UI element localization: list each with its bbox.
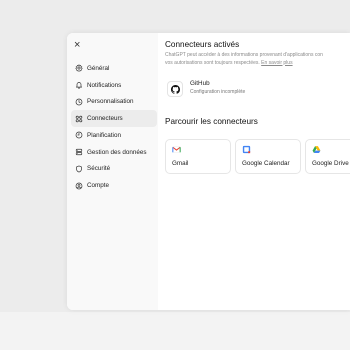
- sidebar-item-label: Planification: [87, 131, 121, 139]
- connectors-panel: Connecteurs activés ChatGPT peut accéder…: [165, 33, 350, 310]
- sidebar-item-personalization[interactable]: Personnalisation: [71, 94, 157, 111]
- connector-card-gmail[interactable]: Gmail: [165, 139, 231, 174]
- sidebar-item-label: Général: [87, 64, 110, 72]
- google-drive-icon: [312, 146, 321, 153]
- google-calendar-icon: [242, 145, 251, 154]
- connector-status: Configuration incomplète: [190, 89, 246, 95]
- settings-nav: Général Notifications Personnalisation C…: [71, 60, 157, 194]
- sidebar-item-label: Connecteurs: [87, 115, 123, 123]
- learn-more-link[interactable]: En savoir plus: [261, 60, 292, 66]
- sidebar-item-data-controls[interactable]: Gestion des données: [71, 144, 157, 161]
- sidebar-item-account[interactable]: Compte: [71, 177, 157, 194]
- github-logo: [167, 81, 183, 97]
- settings-dialog: × Général Notifications Personnalisation…: [67, 33, 350, 310]
- close-icon: ×: [74, 39, 81, 51]
- card-label: Google Calendar: [242, 160, 290, 167]
- schedule-icon: [75, 132, 83, 139]
- bell-icon: [76, 82, 82, 89]
- page-title: Connecteurs activés: [165, 40, 240, 49]
- connectors-icon: [75, 115, 83, 122]
- sidebar-item-label: Sécurité: [87, 165, 111, 173]
- connectors-description: ChatGPT peut accéder à des informations …: [165, 52, 350, 67]
- sidebar-item-label: Gestion des données: [87, 148, 147, 156]
- sidebar-item-security[interactable]: Sécurité: [71, 161, 157, 178]
- enabled-connector-github[interactable]: GitHub Configuration incomplète: [165, 77, 350, 101]
- sidebar-item-label: Personnalisation: [87, 98, 134, 106]
- sidebar-item-label: Compte: [87, 182, 110, 190]
- browse-connectors: Gmail Google Calendar Google Drive: [165, 139, 350, 175]
- card-label: Gmail: [172, 160, 189, 167]
- background-band: [0, 312, 350, 350]
- browse-title: Parcourir les connecteurs: [165, 117, 258, 126]
- gmail-icon: [172, 146, 181, 153]
- sidebar-item-label: Notifications: [87, 81, 122, 89]
- sidebar-item-notifications[interactable]: Notifications: [71, 77, 157, 94]
- github-icon: [170, 84, 180, 94]
- sidebar-item-planning[interactable]: Planification: [71, 127, 157, 144]
- database-icon: [75, 149, 83, 156]
- connector-card-google-calendar[interactable]: Google Calendar: [235, 139, 301, 174]
- sidebar-item-connectors[interactable]: Connecteurs: [71, 110, 157, 127]
- connector-card-google-drive[interactable]: Google Drive: [305, 139, 350, 174]
- close-button[interactable]: ×: [74, 39, 86, 51]
- settings-sidebar: × Général Notifications Personnalisation…: [67, 33, 158, 310]
- description-line-1: ChatGPT peut accéder à des informations …: [165, 52, 323, 58]
- gear-icon: [75, 64, 83, 72]
- user-icon: [75, 182, 83, 189]
- description-line-2: vos autorisations sont toujours respecté…: [165, 59, 260, 66]
- sidebar-item-general[interactable]: Général: [71, 60, 157, 77]
- shield-icon: [76, 165, 82, 173]
- card-label: Google Drive: [312, 160, 349, 167]
- connector-name: GitHub: [190, 80, 210, 87]
- clock-icon: [75, 98, 83, 106]
